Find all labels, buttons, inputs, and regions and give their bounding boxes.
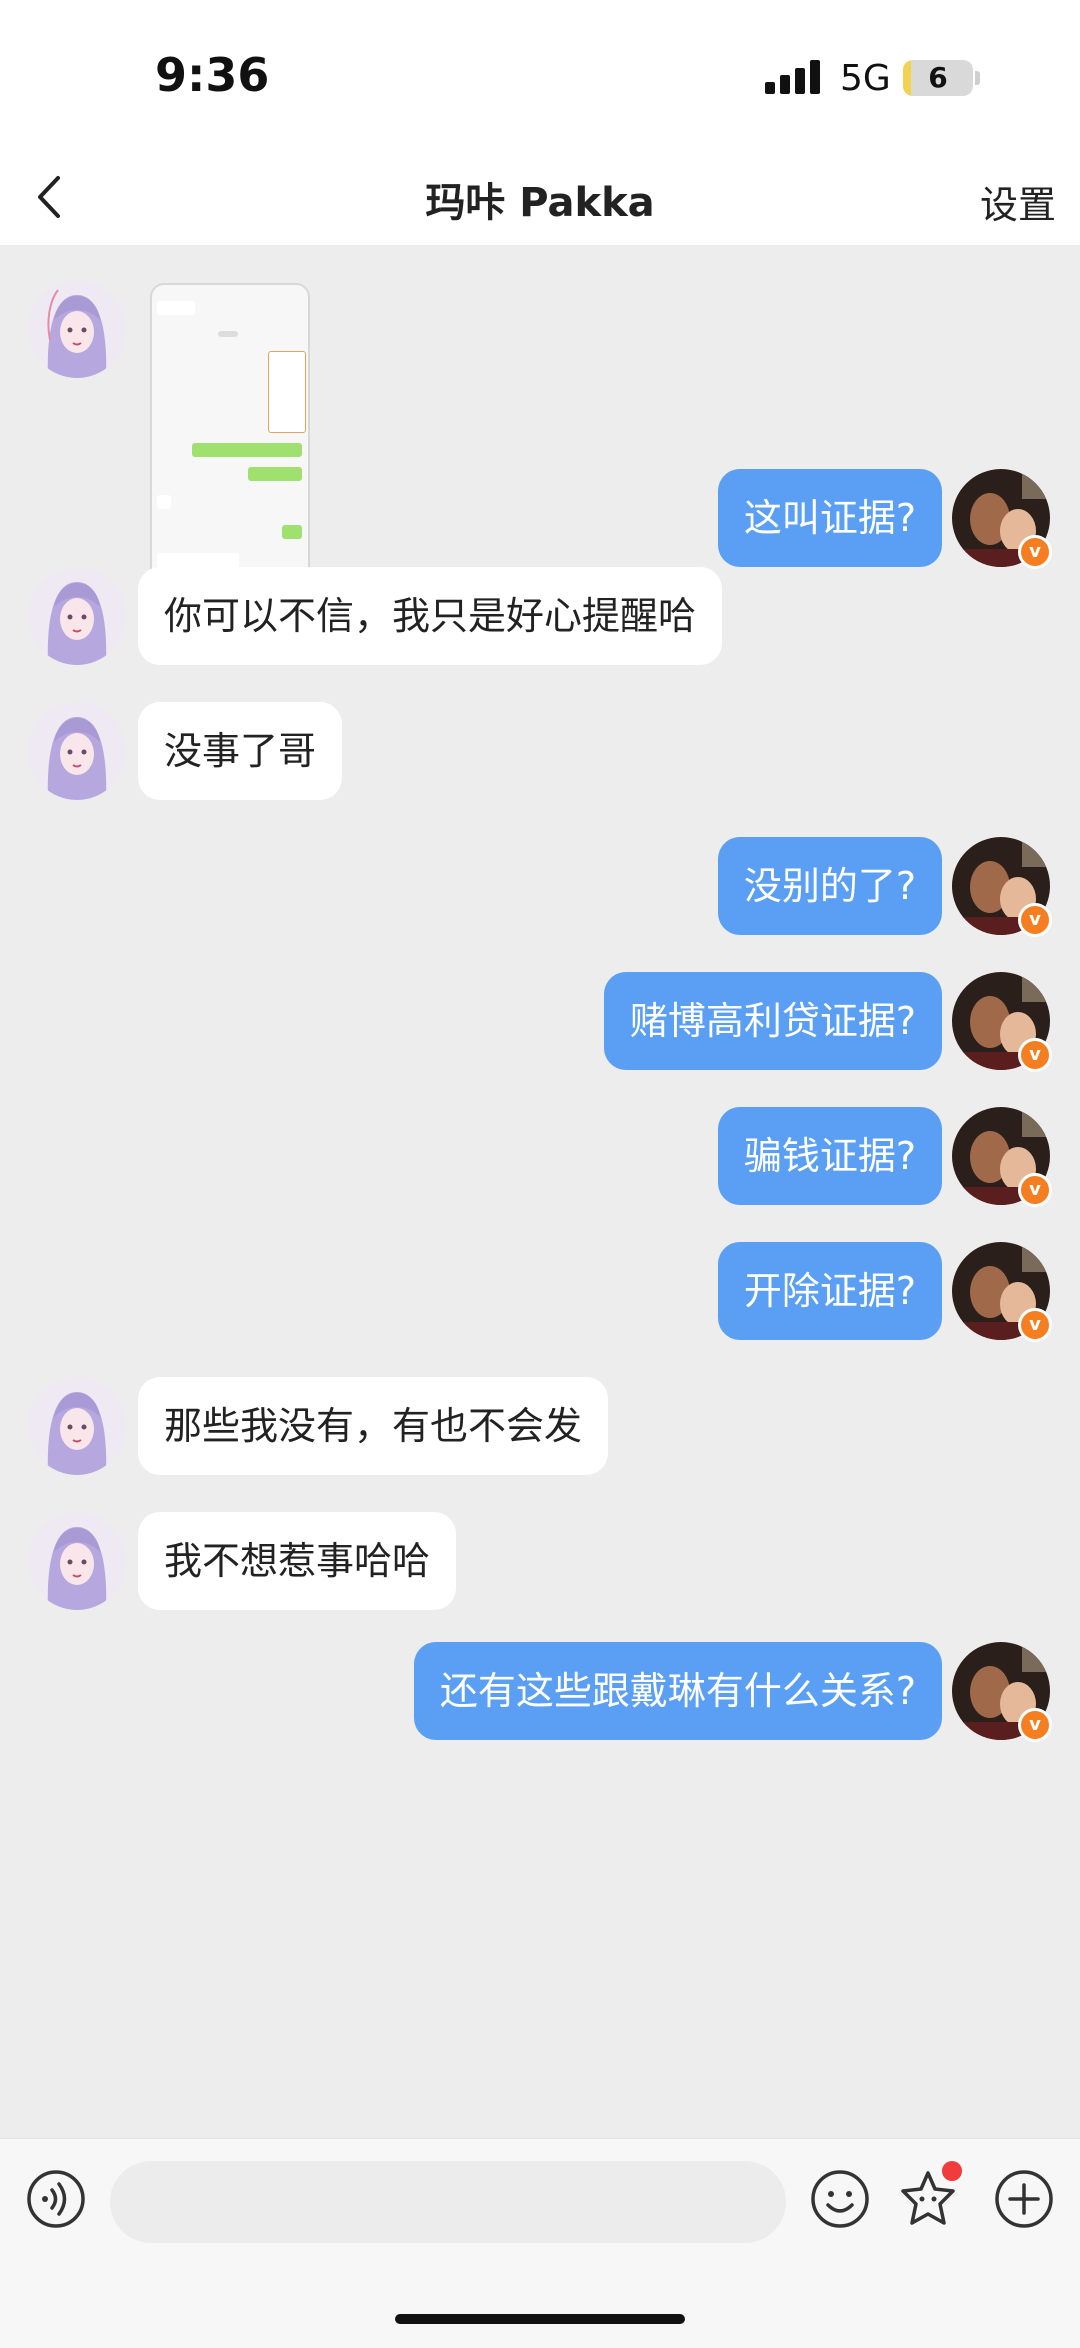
- battery-tip: [975, 71, 980, 85]
- chat-header: 玛咔 Pakka 设置: [0, 150, 1080, 245]
- plus-icon[interactable]: [994, 2169, 1054, 2229]
- voice-icon[interactable]: [26, 2169, 86, 2229]
- outgoing-message[interactable]: 骗钱证据?: [717, 1107, 942, 1205]
- verified-badge: v: [1018, 1173, 1052, 1207]
- status-bar: 9:36 5G 6: [0, 0, 1080, 150]
- verified-badge: v: [1018, 1708, 1052, 1742]
- contact-avatar[interactable]: [28, 280, 126, 378]
- outgoing-message[interactable]: 没别的了?: [717, 837, 942, 935]
- home-indicator: [395, 2314, 685, 2324]
- incoming-message[interactable]: 那些我没有，有也不会发: [138, 1377, 609, 1475]
- contact-avatar[interactable]: [28, 1512, 126, 1610]
- outgoing-message[interactable]: 赌博高利贷证据?: [603, 972, 942, 1070]
- incoming-message[interactable]: 没事了哥: [138, 702, 343, 800]
- outgoing-message[interactable]: 这叫证据?: [717, 469, 942, 567]
- message-list[interactable]: 这叫证据? v 你可以不信，我只是好心提醒哈 没事了哥 没别的了? v 赌博高利…: [0, 245, 1080, 2138]
- verified-badge: v: [1018, 1308, 1052, 1342]
- emoji-icon[interactable]: [810, 2169, 870, 2229]
- signal-icon: [765, 60, 825, 94]
- contact-avatar[interactable]: [28, 1377, 126, 1475]
- verified-badge: v: [1018, 1038, 1052, 1072]
- contact-avatar[interactable]: [28, 702, 126, 800]
- status-time: 9:36: [155, 48, 270, 102]
- outgoing-message[interactable]: 开除证据?: [717, 1242, 942, 1340]
- contact-avatar[interactable]: [28, 567, 126, 665]
- battery-level: 6: [928, 61, 948, 94]
- input-bar: [0, 2138, 1080, 2348]
- outgoing-message[interactable]: 还有这些跟戴琳有什么关系?: [413, 1642, 942, 1740]
- message-input[interactable]: [110, 2161, 786, 2243]
- network-type: 5G: [840, 58, 891, 99]
- battery-icon: 6: [903, 60, 973, 96]
- chat-title: 玛咔 Pakka: [425, 180, 655, 226]
- verified-badge: v: [1018, 535, 1052, 569]
- verified-badge: v: [1018, 903, 1052, 937]
- settings-button[interactable]: 设置: [980, 174, 1056, 229]
- incoming-message[interactable]: 你可以不信，我只是好心提醒哈: [138, 567, 723, 665]
- incoming-message[interactable]: 我不想惹事哈哈: [138, 1512, 457, 1610]
- notification-dot: [942, 2161, 962, 2181]
